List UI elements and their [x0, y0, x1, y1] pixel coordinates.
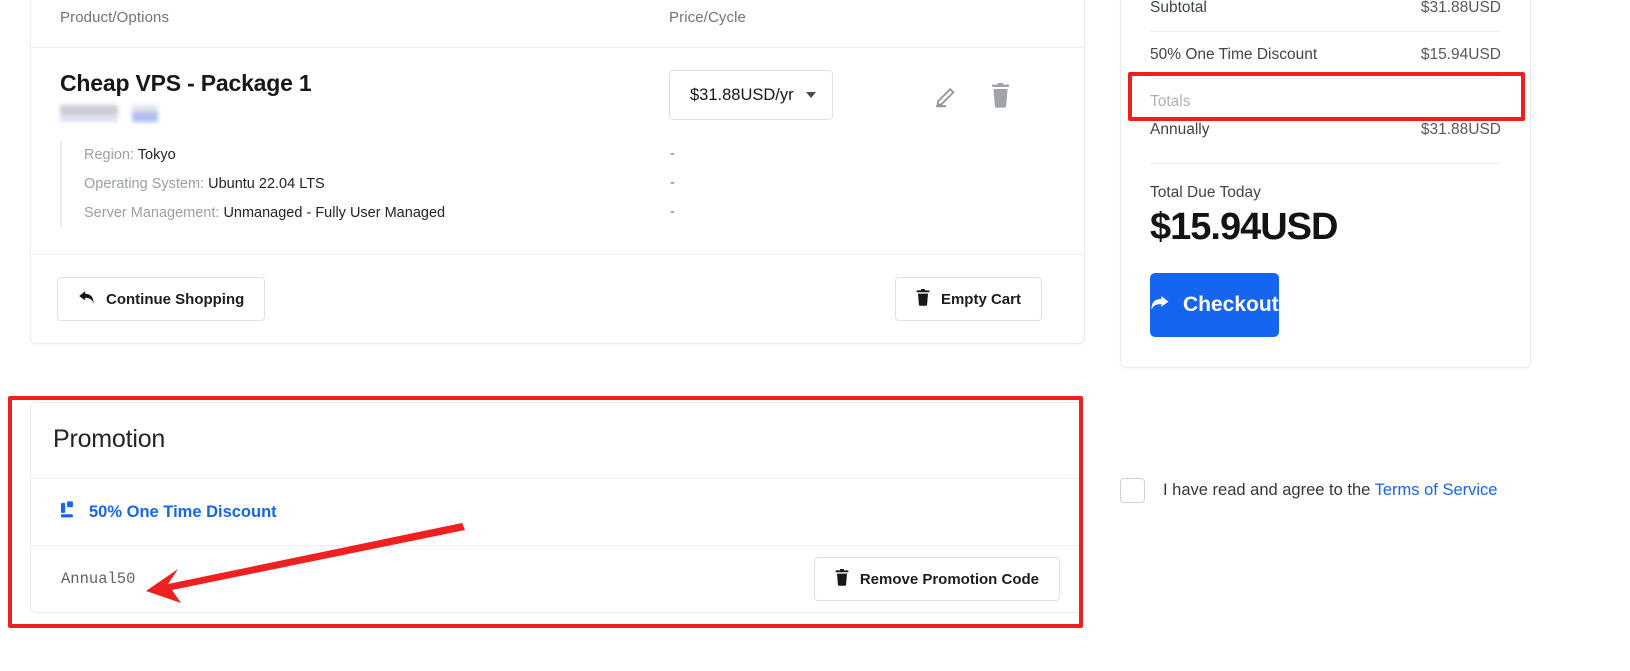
- spec-value: Tokyo: [137, 147, 176, 163]
- remove-promotion-code-button[interactable]: Remove Promotion Code: [813, 557, 1060, 601]
- product-spec-list: Region: Tokyo Operating System: Ubuntu 2…: [60, 141, 651, 228]
- cart-item-price-cell: $31.88USD/yr - - -: [651, 70, 934, 228]
- summary-row-discount: 50% One Time Discount $15.94USD: [1121, 32, 1530, 78]
- checkout-page: Product/Options Price/Cycle Cheap VPS - …: [0, 0, 1630, 671]
- cart-item-row: Cheap VPS - Package 1 Region: Tokyo Oper…: [31, 48, 1084, 255]
- discount-value: $15.94USD: [1420, 46, 1501, 63]
- spec-price-region: -: [670, 146, 675, 162]
- spec-key: Server Management:: [84, 205, 220, 221]
- trash-icon: [835, 568, 849, 590]
- spec-price-list: - - -: [669, 140, 934, 227]
- spec-price-server-management: -: [670, 204, 675, 220]
- product-title: Cheap VPS - Package 1: [60, 70, 312, 96]
- redacted-badge-1: [60, 105, 118, 122]
- promotion-code-row: Annual50 Remove Promotion Code: [31, 546, 1082, 612]
- subtotal-value: $31.88USD: [1420, 0, 1501, 16]
- spec-row-region: Region: Tokyo: [84, 141, 651, 170]
- promotion-tag-icon: [61, 501, 78, 523]
- terms-of-service-link[interactable]: Terms of Service: [1375, 481, 1498, 499]
- chevron-down-icon: [805, 92, 816, 98]
- summary-row-annually: Annually $31.88USD: [1121, 111, 1530, 149]
- cart-card: Product/Options Price/Cycle Cheap VPS - …: [30, 0, 1085, 344]
- continue-shopping-label: Continue Shopping: [106, 290, 245, 308]
- terms-of-service-row: I have read and agree to the Terms of Se…: [1120, 478, 1497, 503]
- billing-cycle-select[interactable]: $31.88USD/yr: [669, 70, 833, 120]
- promotion-discount-label: 50% One Time Discount: [89, 502, 277, 521]
- terms-static-text: I have read and agree to the: [1163, 481, 1375, 499]
- pencil-icon[interactable]: [934, 83, 959, 113]
- trash-icon[interactable]: [989, 83, 1012, 113]
- total-due-today-amount: $15.94USD: [1150, 206, 1338, 248]
- terms-checkbox[interactable]: [1120, 478, 1145, 503]
- remove-promotion-code-label: Remove Promotion Code: [859, 570, 1039, 588]
- terms-text: I have read and agree to the Terms of Se…: [1163, 481, 1497, 500]
- order-summary-card: Subtotal $31.88USD 50% One Time Discount…: [1120, 0, 1531, 368]
- total-due-today-label: Total Due Today: [1150, 184, 1261, 201]
- column-header-price: Price/Cycle: [651, 9, 934, 27]
- arrow-right-icon: [1150, 293, 1170, 317]
- cart-footer-actions: Continue Shopping Empty Cart: [31, 255, 1084, 343]
- empty-cart-button[interactable]: Empty Cart: [894, 277, 1042, 321]
- spec-value: Ubuntu 22.04 LTS: [208, 176, 325, 192]
- billing-cycle-value: $31.88USD/yr: [690, 85, 794, 104]
- price-cycle-label: Price/Cycle: [669, 9, 746, 26]
- product-options-label: Product/Options: [60, 9, 170, 26]
- continue-shopping-button[interactable]: Continue Shopping: [57, 277, 266, 321]
- trash-icon: [916, 288, 930, 310]
- annually-value: $31.88USD: [1420, 121, 1501, 138]
- discount-label: 50% One Time Discount: [1150, 46, 1318, 63]
- promotion-card: Promotion 50% One Time Discount Annual50…: [30, 402, 1083, 613]
- column-header-actions: [934, 12, 1084, 25]
- checkout-button[interactable]: Checkout: [1150, 273, 1279, 337]
- empty-cart-label: Empty Cart: [940, 290, 1021, 308]
- spec-row-server-management: Server Management: Unmanaged - Fully Use…: [84, 199, 651, 228]
- spec-price-operating-system: -: [670, 175, 675, 191]
- summary-row-subtotal: Subtotal $31.88USD: [1121, 0, 1530, 31]
- totals-label: Totals: [1150, 93, 1191, 110]
- spec-key: Region:: [84, 147, 134, 163]
- redacted-badge-2: [132, 105, 158, 122]
- subtotal-label: Subtotal: [1150, 0, 1207, 16]
- spec-key: Operating System:: [84, 176, 205, 192]
- promotion-code-value: Annual50: [61, 570, 136, 588]
- annually-label: Annually: [1150, 121, 1210, 138]
- redacted-badges: [60, 103, 651, 124]
- spec-value: Unmanaged - Fully User Managed: [223, 205, 446, 221]
- promotion-heading: Promotion: [53, 425, 166, 453]
- cart-table-header: Product/Options Price/Cycle: [31, 0, 1084, 48]
- column-header-product: Product/Options: [31, 9, 651, 27]
- promotion-discount-row: 50% One Time Discount: [31, 479, 1082, 545]
- spec-row-operating-system: Operating System: Ubuntu 22.04 LTS: [84, 170, 651, 199]
- cart-item-product-cell: Cheap VPS - Package 1 Region: Tokyo Oper…: [31, 70, 651, 228]
- checkout-label: Checkout: [1183, 293, 1279, 316]
- arrow-left-icon: [78, 290, 95, 309]
- promotion-discount-link[interactable]: 50% One Time Discount: [61, 501, 277, 523]
- cart-item-actions: [934, 70, 1084, 228]
